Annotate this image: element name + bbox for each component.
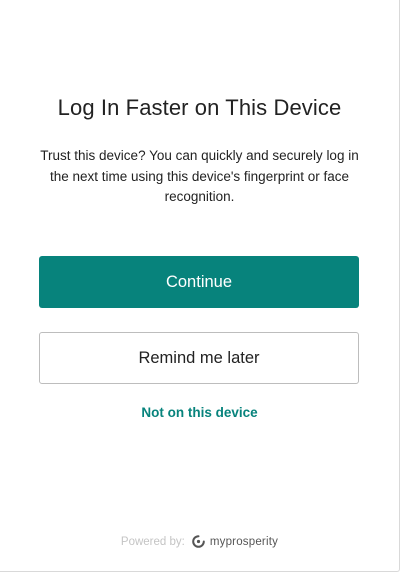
- powered-by-footer: Powered by: myprosperity: [0, 535, 399, 548]
- dialog-description: Trust this device? You can quickly and s…: [40, 148, 359, 204]
- trust-device-dialog: Log In Faster on This Device Trust this …: [0, 0, 400, 572]
- remind-me-later-button[interactable]: Remind me later: [39, 332, 359, 384]
- brand-name: myprosperity: [209, 535, 279, 548]
- myprosperity-logo-icon: [192, 535, 205, 548]
- dialog-title: Log In Faster on This Device: [57, 95, 342, 120]
- not-on-this-device-link[interactable]: Not on this device: [0, 405, 399, 420]
- powered-by-label: Powered by:: [120, 535, 185, 548]
- continue-button[interactable]: Continue: [39, 256, 359, 308]
